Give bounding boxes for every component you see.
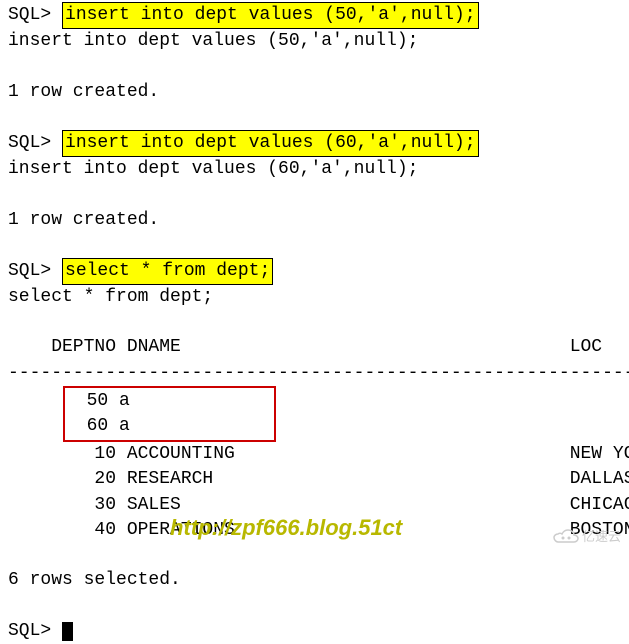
sql-command-2: insert into dept values (60,'a',null); [62, 130, 478, 157]
table-row: 20 RESEARCH DALLAS [8, 467, 621, 492]
sql-line-1: SQL> insert into dept values (50,'a',nul… [8, 2, 621, 29]
cursor-block [62, 622, 73, 641]
sql-echo-3: select * from dept; [8, 285, 621, 310]
sql-prompt: SQL> [8, 621, 62, 641]
sql-line-3: SQL> select * from dept; [8, 258, 621, 285]
blank [8, 54, 621, 79]
sql-result-2: 1 row created. [8, 208, 621, 233]
blank [8, 105, 621, 130]
sql-command-3: select * from dept; [62, 258, 273, 285]
table-header: DEPTNO DNAME LOC [8, 335, 621, 360]
table-row: 10 ACCOUNTING NEW YORK [8, 442, 621, 467]
sql-echo-2: insert into dept values (60,'a',null); [8, 157, 621, 182]
sql-command-1: insert into dept values (50,'a',null); [62, 2, 478, 29]
blank [8, 233, 621, 258]
final-prompt-line: SQL> [8, 619, 621, 644]
watermark-url: http://zpf666.blog.51ct [170, 513, 402, 544]
watermark-brand-text: 亿速云 [582, 528, 621, 546]
table-footer: 6 rows selected. [8, 568, 621, 593]
blank [8, 310, 621, 335]
sql-echo-1: insert into dept values (50,'a',null); [8, 29, 621, 54]
cloud-icon [552, 528, 580, 546]
table-row: 60 a [65, 414, 270, 439]
watermark-brand: 亿速云 [552, 528, 621, 546]
blank [8, 182, 621, 207]
table-row: 50 a [65, 389, 270, 414]
blank [8, 593, 621, 618]
table-divider: ----------------------------------------… [8, 361, 621, 386]
blank [8, 543, 621, 568]
sql-prompt: SQL> [8, 133, 51, 153]
sql-result-1: 1 row created. [8, 80, 621, 105]
sql-line-2: SQL> insert into dept values (60,'a',nul… [8, 130, 621, 157]
sql-prompt: SQL> [8, 261, 51, 281]
highlighted-rows-box: 50 a 60 a [63, 386, 276, 442]
sql-prompt: SQL> [8, 5, 51, 25]
